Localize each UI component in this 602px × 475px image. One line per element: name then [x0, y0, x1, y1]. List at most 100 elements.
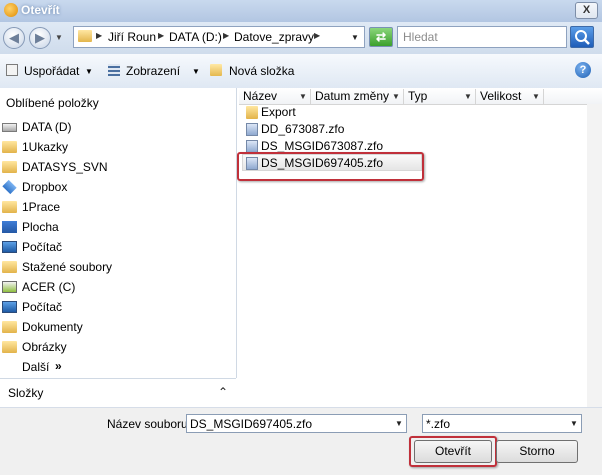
organize-button[interactable]: Uspořádat [24, 64, 79, 78]
nav-item-label: Obrázky [22, 340, 67, 354]
history-dropdown-icon[interactable]: ▼ [55, 33, 63, 42]
chevron-down-icon[interactable]: ▼ [192, 67, 200, 76]
nav-item-label: Stažené soubory [22, 260, 113, 274]
organize-icon [6, 64, 18, 76]
nav-item-plocha[interactable]: Plocha [0, 217, 234, 237]
cancel-button[interactable]: Storno [496, 440, 578, 463]
search-icon [575, 30, 590, 45]
breadcrumb-item[interactable]: Jiří Roun [108, 30, 156, 44]
nav-item-label: DATASYS_SVN [22, 160, 108, 174]
breadcrumb[interactable]: ▶ Jiří Roun ▶ DATA (D:) ▶ Datove_zpravy … [73, 26, 365, 48]
search-input[interactable]: Hledat [397, 26, 567, 48]
breadcrumb-item[interactable]: Datove_zpravy [234, 30, 314, 44]
filetype-select[interactable]: *.zfo [422, 414, 582, 433]
chevron-down-icon[interactable]: ▼ [532, 92, 540, 101]
folder-icon [2, 141, 17, 153]
folder-icon [2, 161, 17, 173]
file-name: DS_MSGID673087.zfo [261, 139, 384, 153]
nav-item-label: Počítač [22, 240, 63, 254]
folders-toggle[interactable]: Složky ⌃ [0, 379, 236, 407]
refresh-button[interactable]: ⇄ [369, 27, 393, 47]
window-title: Otevřít [21, 3, 60, 17]
vertical-scrollbar[interactable] [587, 104, 602, 407]
filename-label: Název souboru: [107, 417, 192, 431]
nav-item-stazene-soubory[interactable]: Stažené soubory [0, 257, 234, 277]
nav-item-label: Dokumenty [22, 320, 83, 334]
folder-icon [2, 321, 17, 333]
column-header-row: Název ▼ Datum změny ▼ Typ ▼ Velikost ▼ [239, 88, 602, 105]
views-button[interactable]: Zobrazení [126, 64, 180, 78]
chevron-down-icon[interactable]: ▼ [299, 92, 307, 101]
navigation-pane[interactable]: Oblíbené položky DATA (D) 1Ukazky DATASY… [0, 88, 237, 378]
folder-icon [246, 106, 258, 119]
nav-item-1ukazky[interactable]: 1Ukazky [0, 137, 234, 157]
nav-item-label: Dropbox [22, 180, 68, 194]
chevron-down-icon[interactable]: ▼ [392, 92, 400, 101]
folder-icon [78, 30, 92, 42]
dropbox-icon [2, 179, 17, 195]
chevron-right-icon[interactable]: ▶ [223, 31, 229, 40]
app-icon [4, 3, 18, 17]
help-icon[interactable]: ? [575, 62, 591, 78]
column-header-label: Typ [408, 89, 428, 103]
forward-button[interactable]: ▶ [29, 27, 51, 49]
open-button[interactable]: Otevřít [414, 440, 492, 463]
nav-item-obrazky[interactable]: Obrázky [0, 337, 234, 357]
favorites-header: Oblíbené položky [6, 96, 99, 110]
filename-input[interactable]: DS_MSGID697405.zfo [186, 414, 407, 433]
windows-drive-icon [2, 281, 17, 293]
nav-item-more[interactable]: Další » [0, 357, 234, 377]
chevron-up-icon: ⌃ [218, 385, 229, 399]
file-name: Export [261, 105, 296, 119]
desktop-icon [2, 221, 17, 233]
nav-item-1prace[interactable]: 1Prace [0, 197, 234, 217]
column-header-size[interactable]: Velikost ▼ [476, 89, 544, 104]
folder-icon [2, 261, 17, 273]
new-folder-button[interactable]: Nová složka [229, 64, 294, 78]
search-button[interactable] [570, 26, 594, 48]
chevron-right-icon[interactable]: ▶ [314, 31, 320, 40]
chevron-right-icon[interactable]: ▶ [96, 31, 102, 40]
views-icon [108, 64, 120, 76]
nav-item-pocitac[interactable]: Počítač [0, 237, 234, 257]
nav-item-label: Plocha [22, 220, 59, 234]
column-header-type[interactable]: Typ ▼ [404, 89, 476, 104]
nav-item-datasys-svn[interactable]: DATASYS_SVN [0, 157, 234, 177]
nav-item-label: DATA (D) [22, 120, 72, 134]
double-chevron-icon: » [55, 359, 62, 373]
chevron-down-icon[interactable]: ▼ [567, 415, 581, 432]
nav-item-dropbox[interactable]: Dropbox [0, 177, 234, 197]
column-header-date[interactable]: Datum změny ▼ [311, 89, 404, 104]
folder-icon [2, 201, 17, 213]
chevron-down-icon[interactable]: ▼ [392, 415, 406, 432]
close-button[interactable]: X [575, 2, 598, 19]
nav-more-label: Další [22, 360, 50, 374]
file-row[interactable]: DD_673087.zfo [240, 121, 423, 138]
file-name: DD_673087.zfo [261, 122, 345, 136]
nav-item-label: 1Ukazky [22, 140, 69, 154]
file-row-export[interactable]: Export [240, 104, 423, 121]
column-header-label: Datum změny [315, 89, 390, 103]
drive-icon [2, 123, 17, 132]
nav-item-acer-c[interactable]: ACER (C) [0, 277, 234, 297]
chevron-right-icon[interactable]: ▶ [158, 31, 164, 40]
column-header-label: Název [243, 89, 278, 103]
nav-item-dokumenty[interactable]: Dokumenty [0, 317, 234, 337]
breadcrumb-item[interactable]: DATA (D:) [169, 30, 222, 44]
computer-icon [2, 301, 17, 313]
new-folder-icon [210, 64, 222, 76]
chevron-down-icon[interactable]: ▼ [351, 33, 359, 42]
nav-item-data-d[interactable]: DATA (D) [0, 117, 234, 137]
column-header-name[interactable]: Název ▼ [239, 89, 311, 104]
zfo-file-icon [246, 123, 258, 136]
title-bar[interactable] [0, 0, 602, 23]
annotation-highlight-box [237, 152, 424, 181]
nav-item-label: ACER (C) [22, 280, 76, 294]
chevron-down-icon[interactable]: ▼ [464, 92, 472, 101]
back-button[interactable]: ◀ [3, 27, 25, 49]
nav-item-label: 1Prace [22, 200, 61, 214]
folder-icon [2, 341, 17, 353]
nav-item-pocitac-2[interactable]: Počítač [0, 297, 234, 317]
computer-icon [2, 241, 17, 253]
chevron-down-icon[interactable]: ▼ [85, 67, 93, 76]
